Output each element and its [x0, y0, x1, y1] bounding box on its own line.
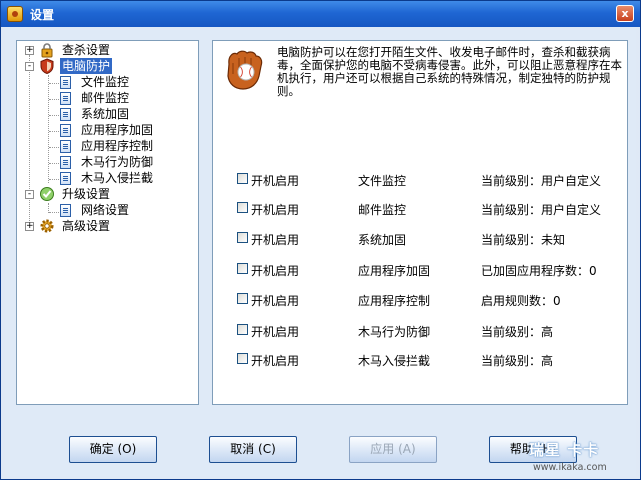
- feature-status: 当前级别：用户自定义: [481, 203, 602, 217]
- tree-label: 木马入侵拦截: [81, 171, 154, 185]
- tree-item-trojan-intrusion[interactable]: 木马入侵拦截: [17, 170, 197, 186]
- feature-name: 文件监控: [358, 174, 407, 188]
- checkbox-label[interactable]: 开机启用: [251, 292, 299, 309]
- tree-label: 升级设置: [62, 187, 111, 201]
- protection-row-app-hardening: 开机启用 应用程序加固 已加固应用程序数：0: [213, 261, 627, 279]
- feature-name: 系统加固: [358, 233, 407, 247]
- window-title: 设置: [30, 8, 55, 22]
- feature-status: 启用规则数：0: [481, 294, 561, 308]
- protection-row-trojan-behavior: 开机启用 木马行为防御 当前级别：高: [213, 322, 627, 340]
- feature-name: 木马行为防御: [358, 325, 431, 339]
- document-icon: [60, 140, 71, 153]
- document-icon: [60, 204, 71, 217]
- startup-checkbox[interactable]: [237, 202, 248, 213]
- check-circle-icon: [40, 187, 54, 201]
- document-icon: [60, 108, 71, 121]
- tree-label: 网络设置: [81, 203, 130, 217]
- lock-icon: [41, 43, 53, 58]
- tree-label: 应用程序控制: [81, 139, 154, 153]
- site-watermark: 瑞星 卡卡 www.ikaka.com: [521, 439, 639, 477]
- ok-button[interactable]: 确定 (O): [69, 436, 157, 463]
- settings-window: 设置 x + 查杀设置 - 电脑防护 文件监控 邮件监控 系统加固 应用程序加固…: [0, 0, 641, 480]
- tree-item-mail-monitor[interactable]: 邮件监控: [17, 90, 197, 106]
- tree-label: 查杀设置: [62, 43, 111, 57]
- collapse-icon[interactable]: -: [25, 190, 34, 199]
- tree-label: 木马行为防御: [81, 155, 154, 169]
- protection-row-file-monitor: 开机启用 文件监控 当前级别：用户自定义: [213, 171, 627, 189]
- feature-name: 邮件监控: [358, 203, 407, 217]
- tree-item-app-hardening[interactable]: 应用程序加固: [17, 122, 197, 138]
- feature-status: 当前级别：高: [481, 354, 554, 368]
- document-icon: [60, 172, 71, 185]
- feature-status: 当前级别：用户自定义: [481, 174, 602, 188]
- document-icon: [60, 156, 71, 169]
- protection-row-system-hardening: 开机启用 系统加固 当前级别：未知: [213, 230, 627, 248]
- watermark-logo-text: 瑞星 卡卡: [529, 441, 600, 459]
- startup-checkbox[interactable]: [237, 173, 248, 184]
- checkbox-label[interactable]: 开机启用: [251, 262, 299, 279]
- app-icon: [7, 6, 23, 22]
- collapse-icon[interactable]: -: [25, 62, 34, 71]
- tree-item-app-control[interactable]: 应用程序控制: [17, 138, 197, 154]
- feature-status: 当前级别：高: [481, 325, 554, 339]
- tree-item-file-monitor[interactable]: 文件监控: [17, 74, 197, 90]
- feature-status: 当前级别：未知: [481, 233, 566, 247]
- tree-item-system-hardening[interactable]: 系统加固: [17, 106, 197, 122]
- watermark-url: www.ikaka.com: [533, 462, 607, 473]
- title-bar[interactable]: 设置 x: [1, 1, 640, 27]
- protection-description: 电脑防护可以在您打开陌生文件、收发电子邮件时，查杀和截获病毒，全面保护您的电脑不…: [277, 45, 622, 98]
- cancel-button[interactable]: 取消 (C): [209, 436, 297, 463]
- tree-item-advanced-settings[interactable]: + 高级设置: [17, 218, 197, 234]
- feature-name: 应用程序控制: [358, 294, 431, 308]
- close-button[interactable]: x: [616, 5, 634, 22]
- gear-icon: [40, 219, 54, 233]
- startup-checkbox[interactable]: [237, 232, 248, 243]
- checkbox-label[interactable]: 开机启用: [251, 323, 299, 340]
- tree-item-network-settings[interactable]: 网络设置: [17, 202, 197, 218]
- checkbox-label[interactable]: 开机启用: [251, 231, 299, 248]
- settings-tree[interactable]: + 查杀设置 - 电脑防护 文件监控 邮件监控 系统加固 应用程序加固 应用程序…: [16, 40, 199, 405]
- expand-icon[interactable]: +: [25, 46, 34, 55]
- feature-name: 木马入侵拦截: [358, 354, 431, 368]
- startup-checkbox[interactable]: [237, 293, 248, 304]
- checkbox-label[interactable]: 开机启用: [251, 172, 299, 189]
- startup-checkbox[interactable]: [237, 353, 248, 364]
- document-icon: [60, 124, 71, 137]
- tree-label: 邮件监控: [81, 91, 130, 105]
- tree-label: 高级设置: [62, 219, 111, 233]
- baseball-glove-icon: [227, 50, 263, 90]
- document-icon: [60, 76, 71, 89]
- feature-name: 应用程序加固: [358, 264, 431, 278]
- tree-label: 应用程序加固: [81, 123, 154, 137]
- expand-icon[interactable]: +: [25, 222, 34, 231]
- protection-row-mail-monitor: 开机启用 邮件监控 当前级别：用户自定义: [213, 200, 627, 218]
- tree-label: 系统加固: [81, 107, 130, 121]
- tree-label: 文件监控: [81, 75, 130, 89]
- protection-panel: 电脑防护可以在您打开陌生文件、收发电子邮件时，查杀和截获病毒，全面保护您的电脑不…: [212, 40, 628, 405]
- apply-button[interactable]: 应用 (A): [349, 436, 437, 463]
- startup-checkbox[interactable]: [237, 263, 248, 274]
- feature-status: 已加固应用程序数：0: [481, 264, 597, 278]
- shield-icon: [40, 58, 54, 74]
- tree-item-upgrade-settings[interactable]: - 升级设置: [17, 186, 197, 202]
- tree-item-pc-protection[interactable]: - 电脑防护: [17, 58, 197, 74]
- tree-label: 电脑防护: [60, 58, 113, 74]
- document-icon: [60, 92, 71, 105]
- tree-item-scan-settings[interactable]: + 查杀设置: [17, 42, 197, 58]
- protection-row-trojan-intrusion: 开机启用 木马入侵拦截 当前级别：高: [213, 351, 627, 369]
- checkbox-label[interactable]: 开机启用: [251, 201, 299, 218]
- startup-checkbox[interactable]: [237, 324, 248, 335]
- protection-row-app-control: 开机启用 应用程序控制 启用规则数：0: [213, 291, 627, 309]
- checkbox-label[interactable]: 开机启用: [251, 352, 299, 369]
- tree-item-trojan-behavior[interactable]: 木马行为防御: [17, 154, 197, 170]
